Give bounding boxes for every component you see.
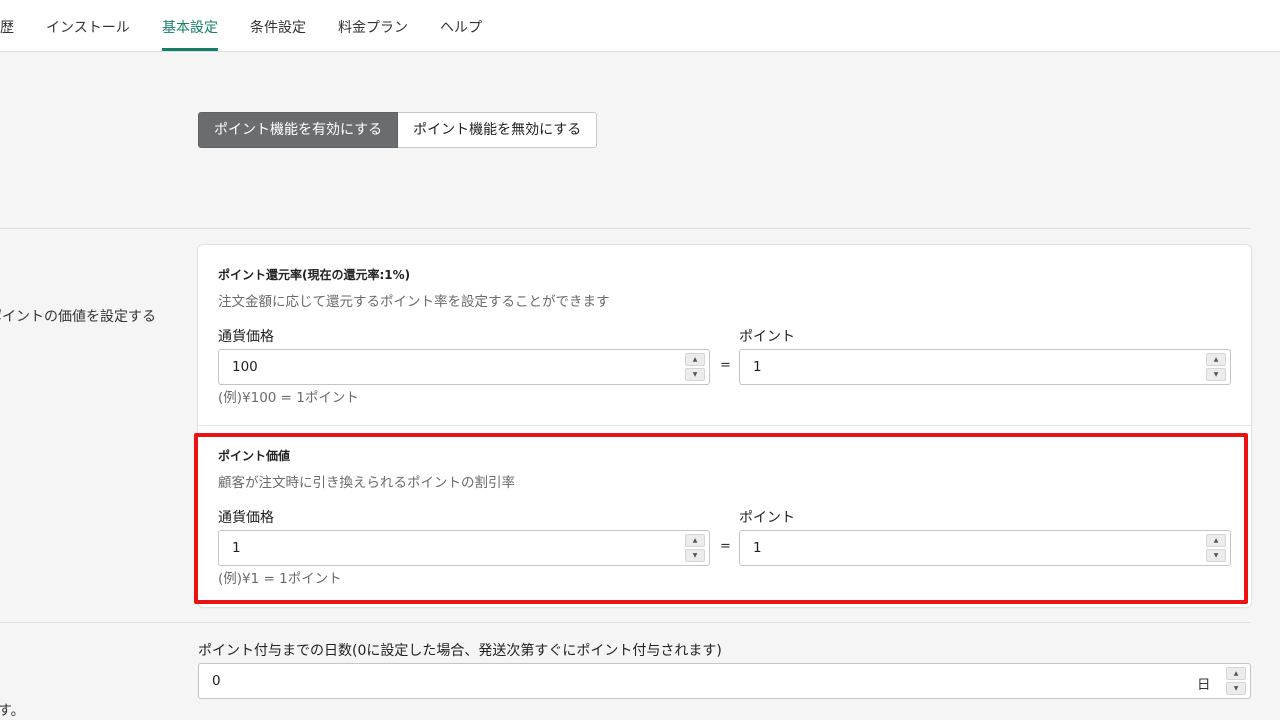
reward-rate-description: 注文金額に応じて還元するポイント率を設定することができます <box>218 294 610 310</box>
reward-rate-example: (例)¥100 = 1ポイント <box>218 390 359 406</box>
reward-point-stepper: ▲ ▼ <box>1206 353 1226 381</box>
increment-arrow-icon[interactable]: ▲ <box>1206 353 1226 366</box>
tab-history[interactable]: 歴 <box>0 17 14 37</box>
decrement-arrow-icon[interactable]: ▼ <box>1226 682 1246 695</box>
top-nav: 歴 インストール 基本設定 条件設定 料金プラン ヘルプ <box>0 0 1280 52</box>
decrement-arrow-icon[interactable]: ▼ <box>1206 368 1226 381</box>
grant-days-input[interactable]: 0 日 ▲ ▼ <box>198 663 1251 699</box>
reward-currency-input[interactable]: 100 ▲ ▼ <box>218 349 710 385</box>
equals-sign: = <box>720 358 731 373</box>
section-divider <box>0 622 1250 623</box>
increment-arrow-icon[interactable]: ▲ <box>1226 667 1246 680</box>
tab-basic-settings[interactable]: 基本設定 <box>162 17 218 37</box>
point-feature-toggle: ポイント機能を有効にする ポイント機能を無効にする <box>198 112 598 148</box>
reward-point-input[interactable]: 1 ▲ ▼ <box>739 349 1231 385</box>
decrement-arrow-icon[interactable]: ▼ <box>685 368 705 381</box>
reward-currency-stepper: ▲ ▼ <box>685 353 705 381</box>
highlight-box <box>194 433 1248 604</box>
tab-conditions[interactable]: 条件設定 <box>250 17 306 37</box>
active-tab-indicator <box>162 48 218 51</box>
grant-days-unit: 日 <box>1197 677 1211 693</box>
reward-currency-value: 100 <box>232 359 258 375</box>
grant-days-value: 0 <box>212 673 221 689</box>
tab-help[interactable]: ヘルプ <box>440 17 482 37</box>
reward-currency-label: 通貨価格 <box>218 329 274 345</box>
increment-arrow-icon[interactable]: ▲ <box>685 353 705 366</box>
grant-days-stepper: ▲ ▼ <box>1226 667 1246 695</box>
reward-point-label: ポイント <box>739 329 795 345</box>
section-divider <box>0 228 1250 229</box>
grant-days-section-description: す。 <box>0 703 25 719</box>
disable-points-button[interactable]: ポイント機能を無効にする <box>398 112 598 148</box>
point-value-section-description: ポイントの価値を設定する <box>0 309 156 325</box>
tab-install[interactable]: インストール <box>46 17 130 37</box>
grant-days-label: ポイント付与までの日数(0に設定した場合、発送次第すぐにポイント付与されます) <box>198 643 722 659</box>
enable-points-button[interactable]: ポイント機能を有効にする <box>198 112 399 148</box>
card-divider <box>198 425 1251 426</box>
reward-point-value: 1 <box>753 359 762 375</box>
tab-pricing-plan[interactable]: 料金プラン <box>338 17 408 37</box>
reward-rate-title: ポイント還元率(現在の還元率:1%) <box>218 268 411 282</box>
